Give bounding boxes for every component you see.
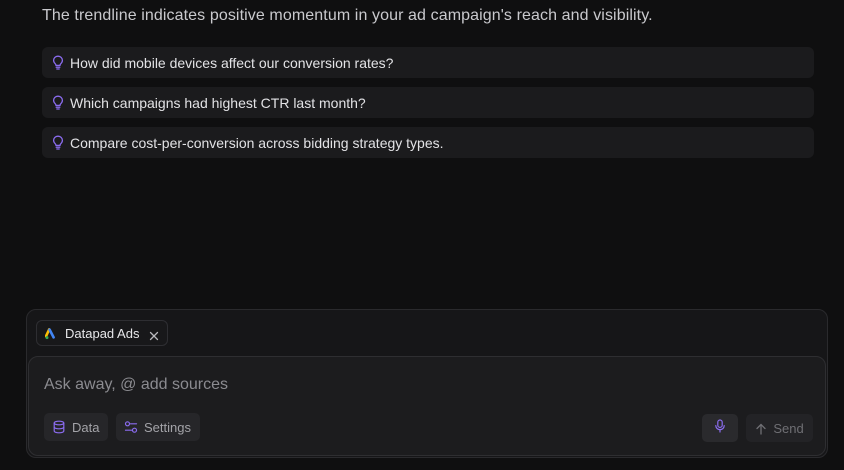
microphone-icon <box>714 418 726 438</box>
suggestion-item[interactable]: How did mobile devices affect our conver… <box>42 47 814 78</box>
send-button-label: Send <box>773 420 804 436</box>
suggestion-label: Which campaigns had highest CTR last mon… <box>70 94 366 111</box>
microphone-button[interactable] <box>702 414 738 442</box>
assistant-summary-text: The trendline indicates positive momentu… <box>42 7 653 24</box>
suggestion-item[interactable]: Compare cost-per-conversion across biddi… <box>42 127 814 158</box>
settings-button[interactable]: Settings <box>116 413 200 441</box>
suggestion-label: Compare cost-per-conversion across biddi… <box>70 134 444 151</box>
chat-page: The trendline indicates positive momentu… <box>0 0 844 470</box>
composer-input-area: Data Settings <box>28 356 826 456</box>
google-ads-logo-icon <box>44 327 57 340</box>
source-chip-label: Datapad Ads <box>65 325 140 341</box>
settings-button-label: Settings <box>144 419 191 435</box>
arrow-up-icon <box>755 422 767 435</box>
prompt-input[interactable] <box>44 373 744 397</box>
data-button-label: Data <box>72 419 100 435</box>
close-icon[interactable] <box>149 328 159 341</box>
source-chip-datapad-ads[interactable]: Datapad Ads <box>36 320 169 346</box>
lightbulb-icon <box>51 55 65 71</box>
data-button[interactable]: Data <box>44 413 109 441</box>
composer: Datapad Ads Data <box>26 309 828 458</box>
suggested-questions: How did mobile devices affect our conver… <box>42 47 814 167</box>
suggestion-item[interactable]: Which campaigns had highest CTR last mon… <box>42 87 814 118</box>
lightbulb-icon <box>51 135 65 151</box>
lightbulb-icon <box>51 95 65 111</box>
database-icon <box>52 420 66 434</box>
suggestion-label: How did mobile devices affect our conver… <box>70 54 394 71</box>
sliders-icon <box>124 420 138 434</box>
send-button[interactable]: Send <box>746 414 813 442</box>
